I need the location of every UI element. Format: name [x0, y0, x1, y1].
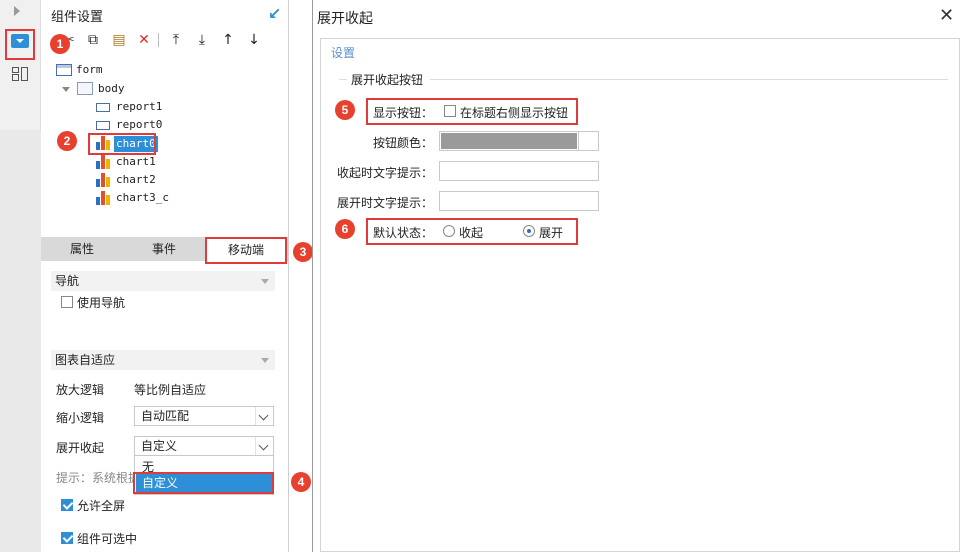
annotation-box-2: [88, 133, 156, 155]
annotation-box-5: [366, 98, 578, 125]
delete-icon[interactable]: ✕: [135, 31, 153, 49]
close-icon[interactable]: ✕: [939, 5, 954, 26]
zoom-out-select[interactable]: 自动匹配: [134, 406, 274, 426]
copy-icon[interactable]: ⧉: [84, 31, 102, 49]
dialog-title: 展开收起: [317, 11, 373, 27]
annotation-badge-5: 5: [335, 100, 355, 120]
expanded-hint-label: 展开时文字提示：: [337, 196, 434, 210]
chevron-down-icon: [255, 407, 273, 425]
adapt-section-title: 图表自适应: [55, 353, 116, 367]
collapsed-hint-input[interactable]: [439, 161, 599, 181]
annotation-box-6: [366, 218, 578, 245]
adapt-section-header[interactable]: 图表自适应: [51, 350, 275, 370]
zoom-out-value: 自动匹配: [141, 409, 190, 423]
move-bottom-icon[interactable]: ⤓: [193, 31, 211, 49]
tree-node-report1[interactable]: report1: [116, 99, 162, 115]
panel-title: 组件设置: [51, 10, 104, 25]
expand-arrow-icon[interactable]: [14, 6, 20, 16]
zoom-in-value: 等比例自适应: [134, 383, 207, 397]
annotation-box-3: [205, 237, 287, 264]
tree-node-report0[interactable]: report0: [116, 117, 162, 133]
report-icon: [96, 121, 110, 130]
tree-node-form[interactable]: form: [76, 62, 103, 78]
annotation-box-1: [5, 29, 35, 60]
tree-node-body[interactable]: body: [98, 81, 125, 97]
move-top-icon[interactable]: ⤒: [167, 31, 185, 49]
collapsed-hint-label: 收起时文字提示：: [337, 166, 434, 180]
chevron-down-icon: [255, 437, 273, 455]
expanded-hint-input[interactable]: [439, 191, 599, 211]
chart-icon: [96, 191, 110, 205]
dock-icon[interactable]: ↙: [268, 4, 281, 23]
selectable-checkbox[interactable]: [61, 532, 73, 544]
annotation-badge-2: 2: [57, 131, 77, 151]
layout-icon[interactable]: [12, 67, 28, 81]
button-color-swatch: [441, 133, 577, 149]
expand-collapse-select[interactable]: 自定义: [134, 436, 274, 456]
collapse-arrow-icon[interactable]: [62, 87, 70, 92]
chevron-down-icon: [261, 358, 269, 363]
tree-node-chart2[interactable]: chart2: [116, 172, 156, 188]
chevron-down-icon: [578, 132, 598, 150]
annotation-badge-4: 4: [291, 472, 311, 492]
chart-icon: [96, 173, 110, 187]
form-icon: [56, 64, 72, 76]
body-icon: [77, 82, 93, 95]
nav-section-header[interactable]: 导航: [51, 271, 275, 291]
group-divider: [339, 79, 347, 80]
button-color-select[interactable]: [439, 131, 599, 151]
button-color-label: 按钮颜色：: [373, 136, 434, 150]
chart-icon: [96, 155, 110, 169]
zoom-in-label: 放大逻辑: [56, 383, 105, 397]
paste-icon[interactable]: ▤: [110, 31, 128, 49]
annotation-badge-3: 3: [293, 242, 313, 262]
settings-label: 设置: [331, 46, 356, 60]
annotation-badge-1: 1: [50, 34, 70, 54]
group-title: 展开收起按钮: [351, 73, 424, 87]
move-down-icon[interactable]: ↓: [245, 31, 263, 49]
use-nav-label: 使用导航: [77, 296, 126, 310]
expand-collapse-value: 自定义: [141, 439, 178, 453]
tree-node-chart3c[interactable]: chart3_c: [116, 190, 169, 206]
tab-events[interactable]: 事件: [123, 237, 205, 261]
hint-text: 提示：系统根据: [56, 471, 141, 485]
tree-node-chart1[interactable]: chart1: [116, 154, 156, 170]
group-divider: [430, 79, 948, 80]
fullscreen-label: 允许全屏: [77, 499, 126, 513]
use-nav-checkbox[interactable]: [61, 296, 73, 308]
nav-section-title: 导航: [55, 274, 80, 288]
report-icon: [96, 103, 110, 112]
move-up-icon[interactable]: ↑: [219, 31, 237, 49]
strip-lower-area: [0, 130, 41, 552]
selectable-label: 组件可选中: [77, 532, 138, 546]
chevron-down-icon: [261, 279, 269, 284]
fullscreen-checkbox[interactable]: [61, 499, 73, 511]
expand-collapse-label: 展开收起: [56, 441, 105, 455]
zoom-out-label: 缩小逻辑: [56, 411, 105, 425]
toolbar-separator: [158, 33, 159, 47]
tab-properties[interactable]: 属性: [41, 237, 123, 261]
annotation-badge-6: 6: [335, 219, 355, 239]
annotation-box-4: [133, 472, 274, 494]
